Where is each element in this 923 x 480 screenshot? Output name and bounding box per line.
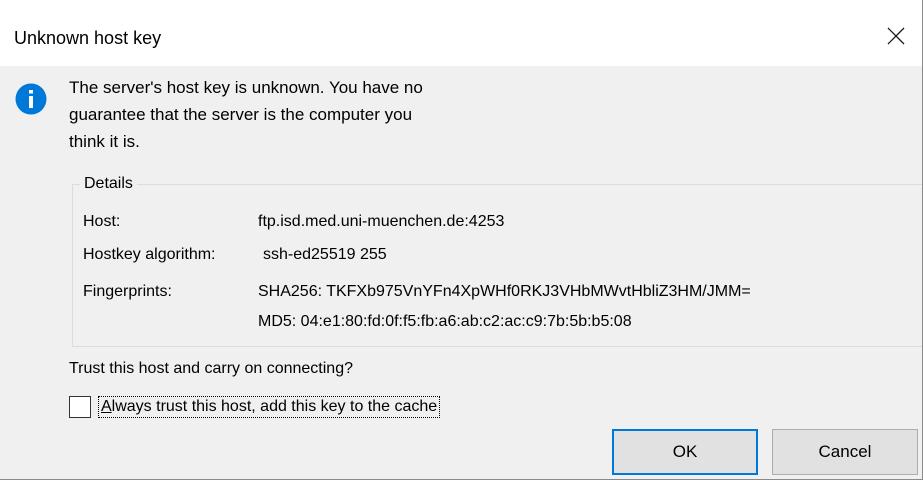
checkbox-label-text: lways trust this host, add this key to t…	[111, 398, 438, 415]
algorithm-label: Hostkey algorithm:	[83, 246, 216, 263]
host-label: Host:	[83, 213, 121, 230]
message-line: guarantee that the server is the compute…	[69, 105, 413, 124]
host-value: ftp.isd.med.uni-muenchen.de:4253	[258, 213, 505, 230]
cancel-button[interactable]: Cancel	[772, 429, 918, 475]
message-line: The server's host key is unknown. You ha…	[69, 78, 423, 97]
algorithm-value: ssh-ed25519 255	[263, 246, 387, 263]
message-line: think it is.	[69, 132, 140, 151]
info-icon	[15, 83, 47, 115]
checkbox-box[interactable]	[69, 396, 91, 418]
trust-question: Trust this host and carry on connecting?	[69, 360, 353, 377]
close-icon	[887, 27, 905, 45]
host-key-dialog: Unknown host key The server's host key i…	[0, 0, 923, 480]
always-trust-checkbox[interactable]: Always trust this host, add this key to …	[69, 392, 441, 422]
fingerprint-md5: MD5: 04:e1:80:fd:0f:f5:fb:a6:ab:c2:ac:c9…	[258, 313, 632, 330]
fingerprints-label: Fingerprints:	[83, 283, 172, 300]
mnemonic-letter: A	[101, 398, 112, 415]
always-trust-label[interactable]: Always trust this host, add this key to …	[98, 396, 441, 418]
dialog-title: Unknown host key	[14, 28, 162, 48]
close-button[interactable]	[870, 12, 922, 60]
fingerprint-sha256: SHA256: TKFXb975VnYFn4XpWHf0RKJ3VHbMWvtH…	[258, 283, 751, 300]
ok-button[interactable]: OK	[612, 429, 758, 475]
details-legend: Details	[80, 173, 137, 195]
warning-message: The server's host key is unknown. You ha…	[69, 74, 569, 155]
